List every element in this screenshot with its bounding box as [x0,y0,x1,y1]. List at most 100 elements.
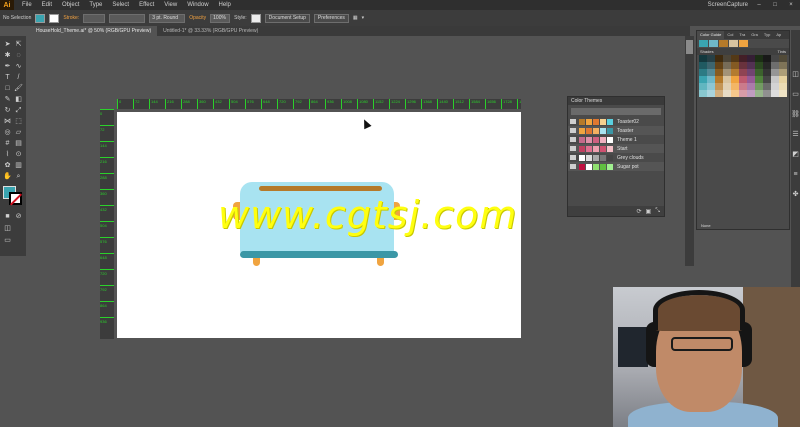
menu-select[interactable]: Select [112,2,129,8]
theme-color-chip[interactable] [579,127,585,134]
theme-row[interactable]: Start [568,144,664,153]
stroke-weight-field[interactable] [83,13,106,23]
theme-color-chip[interactable] [586,118,592,125]
tab-gradient[interactable]: Gra [748,31,761,39]
library-icon[interactable] [570,146,576,151]
none-mode-icon[interactable]: ⊘ [14,212,23,221]
theme-color-chip[interactable] [593,145,599,152]
color-guide-swatch[interactable] [699,62,707,69]
theme-color-chip[interactable] [593,154,599,161]
horizontal-ruler[interactable]: 0 72 144 216 288 360 432 504 576 648 720 792 864 936 1… [117,99,521,109]
color-guide-swatch[interactable] [763,76,771,83]
theme-row[interactable]: Toaster02 [568,117,664,126]
theme-color-chip[interactable] [579,154,585,161]
links-icon[interactable]: ⛓ [791,110,800,119]
library-icon[interactable] [570,164,576,169]
theme-color-chip[interactable] [600,154,606,161]
color-guide-swatch[interactable] [739,62,747,69]
color-guide-swatch[interactable] [779,83,787,90]
layers-icon[interactable]: ◫ [791,70,800,79]
close-icon[interactable]: × [786,1,796,9]
color-guide-swatch[interactable] [755,62,763,69]
color-guide-swatch[interactable] [723,62,731,69]
pencil-tool-icon[interactable]: ✎ [3,95,12,104]
theme-color-chip[interactable] [607,163,613,170]
stroke-color-swatch[interactable] [49,13,60,23]
theme-color-chip[interactable] [600,136,606,143]
color-guide-swatch[interactable] [771,90,779,97]
harmony-swatch[interactable] [739,40,748,47]
color-guide-swatch[interactable] [723,55,731,62]
color-guide-swatch[interactable] [723,83,731,90]
toaster-right-foot[interactable] [377,257,384,266]
color-guide-swatch[interactable] [715,90,723,97]
launch-web-icon[interactable]: ▣ [646,208,652,215]
panel-scroll-thumb[interactable] [686,40,693,54]
color-guide-swatch[interactable] [779,62,787,69]
theme-color-chip[interactable] [593,163,599,170]
menu-object[interactable]: Object [62,2,79,8]
theme-color-chip[interactable] [600,127,606,134]
color-guide-swatch[interactable] [707,76,715,83]
color-guide-swatch[interactable] [755,69,763,76]
shape-builder-tool-icon[interactable]: ◎ [3,128,12,137]
theme-color-chip[interactable] [579,136,585,143]
opacity-field[interactable]: 100% [210,13,231,23]
theme-color-chip[interactable] [607,154,613,161]
symbols-icon[interactable]: ✤ [791,190,800,199]
graph-tool-icon[interactable]: ▥ [14,161,23,170]
color-guide-swatch[interactable] [747,83,755,90]
color-guide-swatch[interactable] [739,83,747,90]
vertical-ruler[interactable]: 0 72 144 216 288 360 432 504 576 648 720 792 864 936 [100,109,114,339]
color-guide-swatch[interactable] [731,55,739,62]
color-guide-swatch[interactable] [731,69,739,76]
theme-color-chip[interactable] [586,163,592,170]
color-guide-swatch[interactable] [715,83,723,90]
style-swatch[interactable] [250,13,261,23]
color-guide-swatch[interactable] [731,76,739,83]
color-guide-swatch[interactable] [699,90,707,97]
theme-color-chip[interactable] [586,145,592,152]
color-guide-swatch[interactable] [739,76,747,83]
refresh-icon[interactable]: ⟳ [636,208,641,215]
workspace-switcher[interactable]: ScreenCapture [708,2,748,8]
theme-row[interactable]: Grey clouds [568,153,664,162]
symbol-sprayer-tool-icon[interactable]: ✿ [3,161,12,170]
color-guide-swatch[interactable] [707,83,715,90]
preferences-button[interactable]: Preferences [313,13,349,23]
color-guide-swatch[interactable] [747,69,755,76]
color-guide-swatch[interactable] [771,62,779,69]
library-icon[interactable] [570,137,576,142]
theme-color-chip[interactable] [593,127,599,134]
harmony-swatch[interactable] [709,40,718,47]
draw-mode-icon[interactable]: ◫ [3,224,12,233]
color-themes-title[interactable]: Color Themes [568,97,664,105]
color-guide-swatch[interactable] [763,90,771,97]
color-guide-swatch[interactable] [747,62,755,69]
expand-icon[interactable]: ⤡ [655,208,660,215]
color-guide-swatch[interactable] [747,76,755,83]
color-guide-swatch[interactable] [747,90,755,97]
scale-tool-icon[interactable]: ⤢ [14,106,23,115]
color-guide-swatch[interactable] [739,90,747,97]
tab-type[interactable]: Typ [761,31,773,39]
color-guide-swatch[interactable] [723,76,731,83]
toaster-bread-slot[interactable] [259,186,382,191]
color-guide-swatch[interactable] [699,69,707,76]
tab-untitled-1[interactable]: Untitled-1* @ 33.33% (RGB/GPU Preview) [157,26,264,36]
color-guide-swatch[interactable] [731,62,739,69]
color-guide-swatch[interactable] [747,55,755,62]
opacity-label[interactable]: Opacity [189,15,206,21]
menu-effect[interactable]: Effect [139,2,154,8]
library-icon[interactable] [570,119,576,124]
direct-selection-tool-icon[interactable]: ⇱ [14,40,23,49]
eyedropper-tool-icon[interactable]: ⌇ [3,150,12,159]
color-guide-swatch[interactable] [699,76,707,83]
toaster-base[interactable] [240,251,398,258]
color-guide-swatch[interactable] [707,62,715,69]
tab-household-theme[interactable]: HouseHold_Theme.ai* @ 50% (RGB/GPU Previ… [30,26,158,36]
perspective-grid-tool-icon[interactable]: ▱ [14,128,23,137]
theme-color-chip[interactable] [600,163,606,170]
color-guide-swatch[interactable] [699,83,707,90]
theme-row[interactable]: Theme 1 [568,135,664,144]
